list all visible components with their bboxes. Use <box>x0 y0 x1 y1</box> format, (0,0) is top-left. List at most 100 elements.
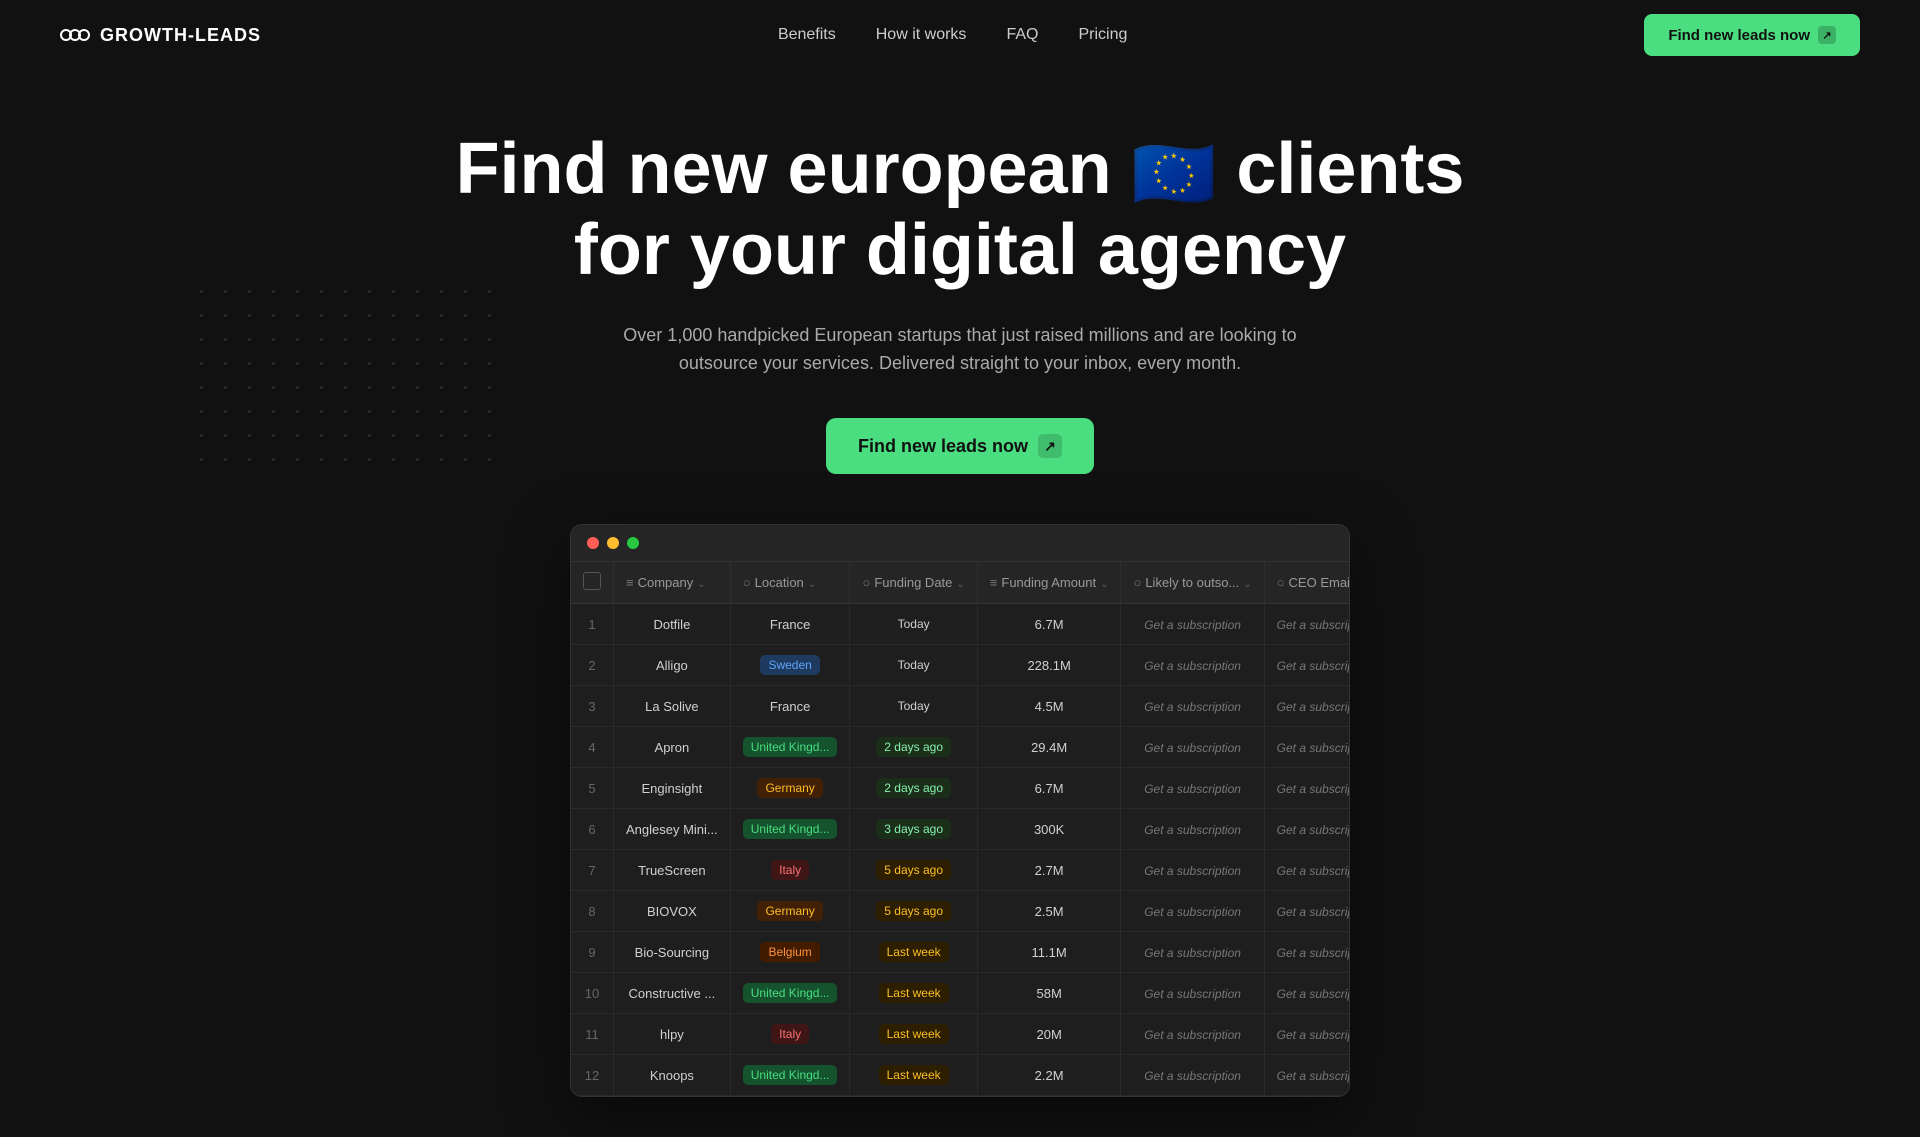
row-location: United Kingd... <box>730 1055 850 1096</box>
row-ceo-email[interactable]: Get a subscripti... <box>1264 604 1350 645</box>
nav-how-it-works[interactable]: How it works <box>876 26 967 44</box>
row-ceo-email[interactable]: Get a subscripti... <box>1264 891 1350 932</box>
row-company: Apron <box>614 727 731 768</box>
row-funding-date: Last week <box>850 973 977 1014</box>
row-funding-date: Today <box>850 686 977 727</box>
nav-faq[interactable]: FAQ <box>1006 26 1038 44</box>
logo-icon <box>60 27 90 43</box>
table-row: 5 Enginsight Germany 2 days ago 6.7M Get… <box>571 768 1350 809</box>
hero-section: Find new european 🇪🇺 clients for your di… <box>0 70 1920 1137</box>
row-company: TrueScreen <box>614 850 731 891</box>
row-number: 7 <box>571 850 614 891</box>
table-header-row: ≡Company⌄ ○Location⌄ ○Funding Date⌄ ≡Fun… <box>571 562 1350 604</box>
row-likely-outsource[interactable]: Get a subscription <box>1121 850 1264 891</box>
table-row: 7 TrueScreen Italy 5 days ago 2.7M Get a… <box>571 850 1350 891</box>
row-funding-amount: 228.1M <box>977 645 1121 686</box>
table-row: 4 Apron United Kingd... 2 days ago 29.4M… <box>571 727 1350 768</box>
row-location: United Kingd... <box>730 727 850 768</box>
table-row: 8 BIOVOX Germany 5 days ago 2.5M Get a s… <box>571 891 1350 932</box>
row-number: 3 <box>571 686 614 727</box>
row-location: Sweden <box>730 645 850 686</box>
hero-cta-button[interactable]: Find new leads now ↗ <box>826 418 1094 474</box>
row-funding-date: Last week <box>850 1055 977 1096</box>
row-funding-amount: 20M <box>977 1014 1121 1055</box>
table-row: 3 La Solive France Today 4.5M Get a subs… <box>571 686 1350 727</box>
row-likely-outsource[interactable]: Get a subscription <box>1121 686 1264 727</box>
row-likely-outsource[interactable]: Get a subscription <box>1121 973 1264 1014</box>
row-ceo-email[interactable]: Get a subscripti... <box>1264 1014 1350 1055</box>
logo[interactable]: GROWTH-LEADS <box>60 25 261 46</box>
row-likely-outsource[interactable]: Get a subscription <box>1121 768 1264 809</box>
table-header-funding-date[interactable]: ○Funding Date⌄ <box>850 562 977 604</box>
nav-pricing[interactable]: Pricing <box>1078 26 1127 44</box>
row-location: Belgium <box>730 932 850 973</box>
row-ceo-email[interactable]: Get a subscripti... <box>1264 850 1350 891</box>
row-likely-outsource[interactable]: Get a subscription <box>1121 891 1264 932</box>
row-funding-date: Last week <box>850 1014 977 1055</box>
row-company: Alligo <box>614 645 731 686</box>
row-location: Germany <box>730 768 850 809</box>
row-funding-amount: 11.1M <box>977 932 1121 973</box>
row-company: hlpy <box>614 1014 731 1055</box>
row-likely-outsource[interactable]: Get a subscription <box>1121 1055 1264 1096</box>
row-funding-amount: 2.7M <box>977 850 1121 891</box>
hero-subtitle: Over 1,000 handpicked European startups … <box>620 321 1300 379</box>
row-likely-outsource[interactable]: Get a subscription <box>1121 645 1264 686</box>
row-likely-outsource[interactable]: Get a subscription <box>1121 809 1264 850</box>
row-funding-date: Today <box>850 604 977 645</box>
data-table: ≡Company⌄ ○Location⌄ ○Funding Date⌄ ≡Fun… <box>571 562 1350 1096</box>
row-ceo-email[interactable]: Get a subscripti... <box>1264 686 1350 727</box>
row-number: 1 <box>571 604 614 645</box>
table-header-checkbox <box>571 562 614 604</box>
row-company: Dotfile <box>614 604 731 645</box>
row-ceo-email[interactable]: Get a subscripti... <box>1264 768 1350 809</box>
row-number: 8 <box>571 891 614 932</box>
row-number: 4 <box>571 727 614 768</box>
row-ceo-email[interactable]: Get a subscripti... <box>1264 1055 1350 1096</box>
row-funding-amount: 2.5M <box>977 891 1121 932</box>
row-company: Constructive ... <box>614 973 731 1014</box>
hero-eu-flag: 🇪🇺 <box>1132 137 1217 212</box>
row-number: 12 <box>571 1055 614 1096</box>
navbar: GROWTH-LEADS Benefits How it works FAQ P… <box>0 0 1920 70</box>
row-funding-date: 5 days ago <box>850 891 977 932</box>
leads-table-mockup: ≡Company⌄ ○Location⌄ ○Funding Date⌄ ≡Fun… <box>570 524 1350 1097</box>
row-company: La Solive <box>614 686 731 727</box>
row-number: 6 <box>571 809 614 850</box>
row-funding-amount: 2.2M <box>977 1055 1121 1096</box>
hero-headline: Find new european 🇪🇺 clients for your di… <box>20 130 1900 291</box>
table-row: 11 hlpy Italy Last week 20M Get a subscr… <box>571 1014 1350 1055</box>
row-funding-amount: 29.4M <box>977 727 1121 768</box>
row-ceo-email[interactable]: Get a subscripti... <box>1264 932 1350 973</box>
nav-cta-label: Find new leads now <box>1668 27 1810 44</box>
row-company: Bio-Sourcing <box>614 932 731 973</box>
row-likely-outsource[interactable]: Get a subscription <box>1121 604 1264 645</box>
nav-cta-button[interactable]: Find new leads now ↗ <box>1644 14 1860 56</box>
table-header-funding-amount[interactable]: ≡Funding Amount⌄ <box>977 562 1121 604</box>
table-header-location[interactable]: ○Location⌄ <box>730 562 850 604</box>
row-location: United Kingd... <box>730 809 850 850</box>
table-header-company[interactable]: ≡Company⌄ <box>614 562 731 604</box>
row-funding-amount: 300K <box>977 809 1121 850</box>
nav-benefits[interactable]: Benefits <box>778 26 836 44</box>
row-likely-outsource[interactable]: Get a subscription <box>1121 1014 1264 1055</box>
row-location: Italy <box>730 850 850 891</box>
window-maximize-button <box>627 537 639 549</box>
row-likely-outsource[interactable]: Get a subscription <box>1121 932 1264 973</box>
row-likely-outsource[interactable]: Get a subscription <box>1121 727 1264 768</box>
row-ceo-email[interactable]: Get a subscripti... <box>1264 973 1350 1014</box>
row-funding-date: 2 days ago <box>850 727 977 768</box>
row-company: Enginsight <box>614 768 731 809</box>
table-row: 1 Dotfile France Today 6.7M Get a subscr… <box>571 604 1350 645</box>
row-number: 10 <box>571 973 614 1014</box>
nav-cta-arrow-icon: ↗ <box>1818 26 1836 44</box>
hero-cta-label: Find new leads now <box>858 436 1028 457</box>
row-funding-date: Today <box>850 645 977 686</box>
row-number: 11 <box>571 1014 614 1055</box>
row-ceo-email[interactable]: Get a subscripti... <box>1264 809 1350 850</box>
table-header-ceo-email[interactable]: ○CEO Email⌄ <box>1264 562 1350 604</box>
table-header-likely-outsource[interactable]: ○Likely to outso...⌄ <box>1121 562 1264 604</box>
row-ceo-email[interactable]: Get a subscripti... <box>1264 727 1350 768</box>
row-ceo-email[interactable]: Get a subscripti... <box>1264 645 1350 686</box>
row-company: Anglesey Mini... <box>614 809 731 850</box>
